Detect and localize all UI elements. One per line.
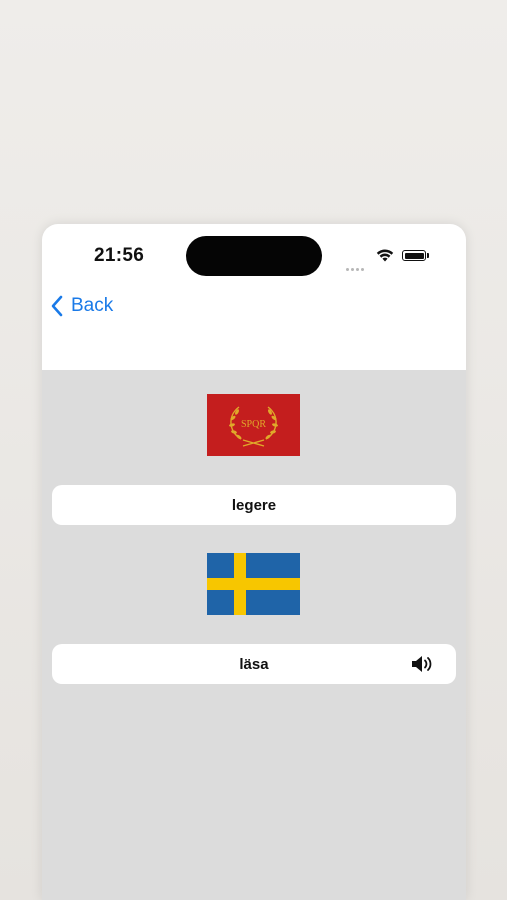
source-word-card: legere — [52, 485, 456, 525]
wifi-icon — [376, 249, 394, 262]
roman-spqr-flag-icon: SPQR — [207, 394, 300, 456]
back-label: Back — [71, 295, 114, 316]
speaker-icon[interactable] — [410, 654, 434, 674]
svg-text:SPQR: SPQR — [241, 419, 266, 430]
status-time: 21:56 — [94, 245, 145, 266]
navigation-header: 21:56 Back — [42, 224, 466, 370]
target-word-card: läsa — [52, 644, 456, 684]
target-word: läsa — [239, 655, 269, 673]
chevron-left-icon — [51, 295, 63, 317]
cellular-dots-icon — [346, 258, 368, 271]
battery-tip — [427, 253, 429, 258]
sweden-flag-icon — [207, 553, 300, 615]
back-button[interactable]: Back — [50, 292, 113, 320]
battery-icon — [402, 250, 426, 261]
phone-screen: 21:56 Back SPQR legere läsa — [42, 224, 466, 900]
source-word: legere — [231, 496, 277, 514]
dynamic-island — [186, 236, 322, 276]
